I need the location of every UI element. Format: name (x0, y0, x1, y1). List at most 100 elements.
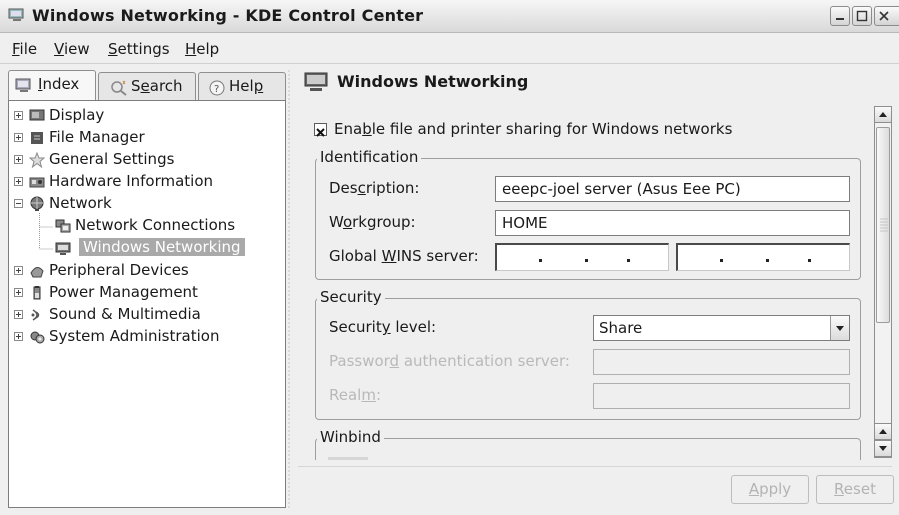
security-level-select[interactable]: Share (593, 315, 850, 341)
menu-settings-mnemonic: S (108, 40, 118, 58)
tree-item-general-settings[interactable]: General Settings (9, 149, 285, 171)
menu-settings-label: ettings (117, 40, 170, 58)
workgroup-label-mnemonic: o (342, 213, 353, 231)
menu-settings[interactable]: Settings (108, 40, 170, 58)
expand-icon[interactable] (14, 288, 23, 297)
workgroup-input[interactable]: HOME (495, 210, 850, 236)
enable-sharing-mnemonic: b (362, 120, 372, 138)
scrollbar-thumb[interactable] (876, 127, 890, 323)
workgroup-label: Workgroup: (329, 213, 416, 231)
expand-icon[interactable] (14, 111, 23, 120)
close-icon (879, 11, 889, 21)
expand-icon[interactable] (14, 310, 23, 319)
maximize-button[interactable] (852, 6, 872, 26)
panel-splitter[interactable] (287, 70, 291, 510)
expand-icon[interactable] (14, 177, 23, 186)
search-icon (109, 79, 129, 101)
network-icon (29, 196, 45, 212)
expand-icon[interactable] (14, 155, 23, 164)
description-label-pre: Des (329, 179, 358, 197)
security-level-rest: level: (390, 318, 437, 336)
tree-item-label: System Administration (49, 327, 220, 345)
apply-button[interactable]: Apply (731, 475, 809, 504)
menu-view-mnemonic: V (54, 40, 64, 58)
tree-item-label: Sound & Multimedia (49, 305, 201, 323)
enable-sharing-checkbox[interactable] (314, 123, 327, 137)
ip-separator (539, 259, 542, 262)
tree-item-windows-networking[interactable]: Windows Networking (9, 237, 285, 259)
menu-help[interactable]: Help (185, 40, 219, 58)
scroll-up-button-bottom[interactable] (874, 423, 892, 440)
tab-search-mnemonic: e (140, 77, 150, 95)
tree-item-power-management[interactable]: Power Management (9, 282, 285, 304)
wins-server-ip-input-primary[interactable] (495, 243, 669, 271)
description-label: Description: (329, 179, 420, 197)
module-tree[interactable]: Display File Manager General Settings Ha… (8, 100, 286, 508)
tab-help-pre: Hel (229, 77, 254, 95)
ip-separator (808, 259, 811, 262)
menu-view-label: iew (63, 40, 90, 58)
password-server-mnemonic: d (389, 352, 400, 370)
tree-item-label: File Manager (49, 128, 145, 146)
tree-item-label: Network (49, 194, 112, 212)
security-level-label: Security level: (329, 318, 436, 336)
password-server-input (593, 349, 850, 375)
tab-index[interactable]: Index (8, 70, 96, 100)
tab-search-label: Search (131, 77, 183, 95)
power-icon (29, 285, 45, 301)
tree-item-system-administration[interactable]: System Administration (9, 326, 285, 348)
enable-sharing-label[interactable]: Enable file and printer sharing for Wind… (334, 120, 732, 138)
reset-button[interactable]: Reset (816, 475, 894, 504)
tree-item-label: Network Connections (75, 216, 236, 234)
collapse-icon[interactable] (14, 199, 23, 208)
ip-separator (766, 259, 769, 262)
realm-label: Realm: (329, 386, 381, 404)
ip-separator (585, 259, 588, 262)
menu-file[interactable]: File (12, 40, 37, 58)
display-icon (29, 108, 45, 124)
tab-search[interactable]: Search (98, 72, 196, 100)
windows-networking-icon (55, 240, 71, 256)
expand-icon[interactable] (14, 266, 23, 275)
tab-help-label: Help (229, 77, 263, 95)
index-icon (15, 77, 33, 97)
tab-search-rest: arch (149, 77, 183, 95)
tab-index-rest: ndex (42, 75, 80, 93)
menu-view[interactable]: View (54, 40, 90, 58)
tree-item-network-connections[interactable]: Network Connections (9, 215, 285, 237)
sound-icon (29, 307, 45, 323)
wins-server-ip-input-secondary[interactable] (676, 243, 850, 271)
realm-pre: Real (329, 386, 362, 404)
apply-label: pply (759, 480, 792, 498)
grip-icon (880, 218, 888, 232)
title-bar[interactable]: Windows Networking - KDE Control Center (0, 0, 899, 33)
winbind-title: Winbind (317, 428, 384, 446)
minimize-button[interactable] (830, 6, 850, 26)
enable-sharing-pre: Ena (334, 120, 363, 138)
tab-help[interactable]: ? Help (198, 72, 286, 100)
identification-title: Identification (317, 148, 422, 166)
menu-file-label: ile (19, 40, 38, 58)
kde-control-center-window: Windows Networking - KDE Control Center … (0, 0, 899, 515)
expand-icon[interactable] (14, 133, 23, 142)
maximize-icon (856, 10, 868, 22)
scroll-down-button[interactable] (874, 440, 892, 457)
winbind-clip: Winbind (298, 420, 872, 460)
chevron-down-icon (836, 326, 844, 331)
vertical-scrollbar[interactable] (874, 106, 892, 458)
tree-item-network[interactable]: Network (9, 193, 285, 215)
tree-item-file-manager[interactable]: File Manager (9, 127, 285, 149)
tree-item-sound-multimedia[interactable]: Sound & Multimedia (9, 304, 285, 326)
network-connections-icon (55, 218, 71, 234)
tree-item-hardware-information[interactable]: Hardware Information (9, 171, 285, 193)
scroll-up-button[interactable] (874, 106, 892, 123)
dropdown-button[interactable] (830, 316, 849, 340)
expand-icon[interactable] (14, 332, 23, 341)
description-input[interactable]: eeepc-joel server (Asus Eee PC) (495, 176, 850, 202)
tree-item-label: Hardware Information (49, 172, 214, 190)
security-level-mnemonic: y (381, 318, 391, 336)
tree-item-peripheral-devices[interactable]: Peripheral Devices (9, 260, 285, 282)
tree-item-display[interactable]: Display (9, 105, 285, 127)
close-button[interactable] (874, 6, 899, 26)
arrow-up-icon (879, 429, 887, 434)
